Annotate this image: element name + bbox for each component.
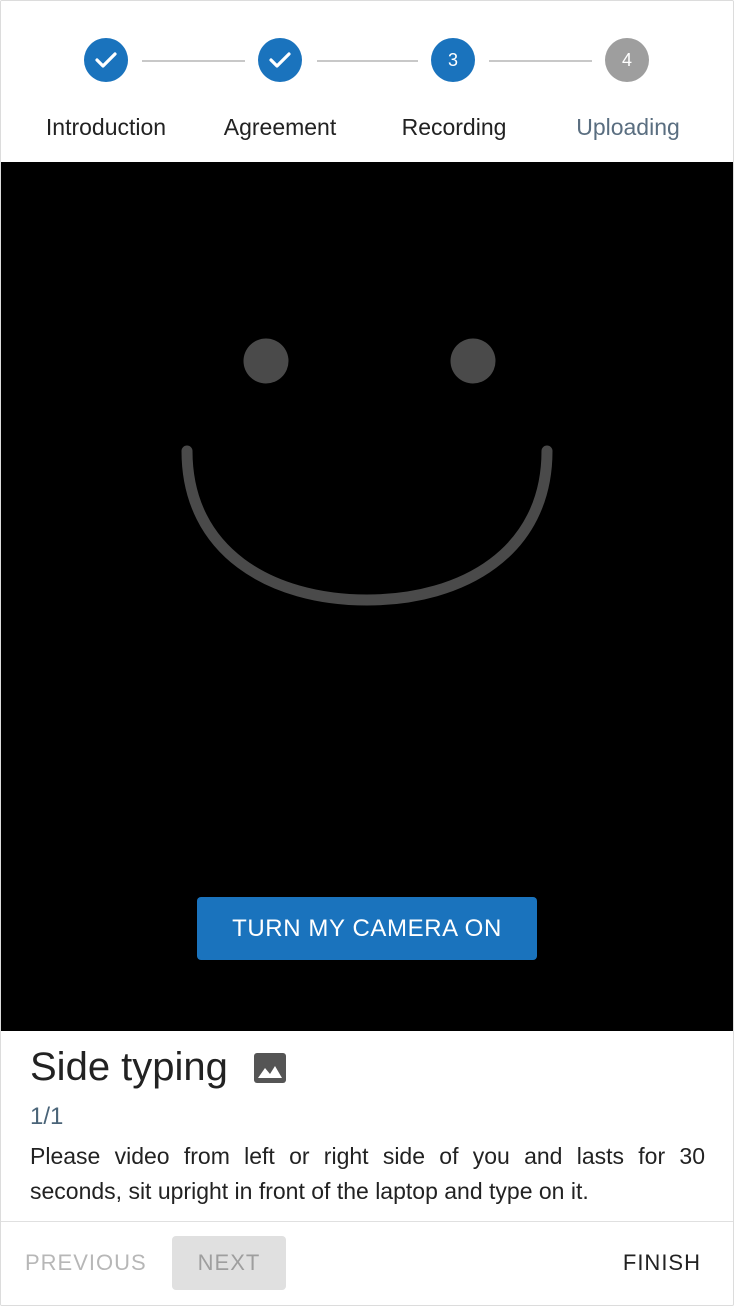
step-label: Uploading	[576, 114, 680, 140]
finish-button[interactable]: FINISH	[623, 1250, 701, 1276]
step-number: 3	[447, 49, 458, 70]
image-icon[interactable]	[252, 1050, 288, 1086]
check-icon	[258, 38, 302, 82]
video-preview: TURN MY CAMERA ON	[1, 162, 733, 1031]
step-label: Agreement	[223, 114, 337, 140]
task-counter: 1/1	[30, 1103, 64, 1130]
next-button[interactable]: NEXT	[172, 1236, 286, 1290]
step-connector	[142, 60, 245, 62]
check-icon	[84, 38, 128, 82]
task-title-row: Side typing	[30, 1045, 288, 1090]
task-title: Side typing	[30, 1045, 228, 1089]
task-description: Please video from left or right side of …	[30, 1143, 705, 1204]
previous-button[interactable]: PREVIOUS	[25, 1250, 147, 1276]
step-label: Recording	[401, 114, 507, 140]
turn-camera-on-button[interactable]: TURN MY CAMERA ON	[197, 897, 537, 960]
task-info: Side typing 1/1 Please video from left o…	[1, 1031, 733, 1221]
stepper: Introduction Agreement 3 Recording 4 Upl…	[1, 1, 733, 162]
step-connector	[317, 60, 418, 62]
step-label: Introduction	[45, 114, 167, 140]
step-number-badge: 3	[431, 38, 475, 82]
step-number-badge: 4	[605, 38, 649, 82]
recording-wizard: Introduction Agreement 3 Recording 4 Upl…	[0, 0, 734, 1306]
step-connector	[489, 60, 592, 62]
wizard-footer: PREVIOUS NEXT FINISH	[1, 1221, 733, 1305]
step-number: 4	[621, 49, 632, 70]
